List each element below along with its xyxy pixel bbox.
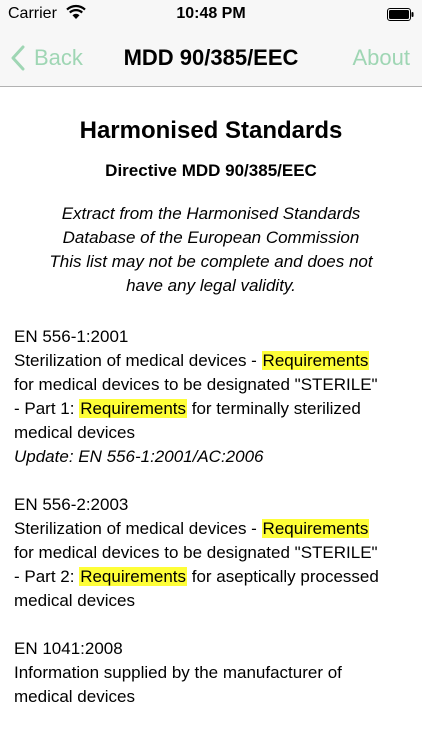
title-text: Sterilization of medical devices - bbox=[14, 351, 262, 370]
directive-subheading: Directive MDD 90/385/EEC bbox=[105, 161, 317, 180]
search-highlight: Requirements bbox=[79, 567, 188, 586]
back-button[interactable]: Back bbox=[10, 43, 83, 73]
navigation-bar: Back MDD 90/385/EEC About bbox=[0, 30, 422, 87]
standard-title-line: Sterilization of medical devices - Requi… bbox=[14, 349, 408, 373]
title-text: for aseptically processed bbox=[187, 567, 379, 586]
standard-update: Update: EN 556-1:2001/AC:2006 bbox=[14, 447, 264, 466]
standard-title-line: for medical devices to be designated "ST… bbox=[14, 375, 378, 394]
note-line: Database of the European Commission bbox=[62, 228, 360, 247]
content-scroll-view[interactable]: Harmonised Standards Directive MDD 90/38… bbox=[0, 87, 422, 750]
search-highlight: Requirements bbox=[79, 399, 188, 418]
standard-entry: EN 556-2:2003 Sterilization of medical d… bbox=[14, 493, 408, 613]
note-line: This list may not be complete and does n… bbox=[49, 252, 373, 271]
standard-title-line: - Part 1: Requirements for terminally st… bbox=[14, 397, 408, 421]
disclaimer-note: Extract from the Harmonised Standards Da… bbox=[24, 202, 398, 298]
standard-title-line: medical devices bbox=[14, 423, 135, 442]
search-highlight: Requirements bbox=[261, 351, 370, 370]
standard-code: EN 556-1:2001 bbox=[14, 327, 129, 346]
about-button[interactable]: About bbox=[353, 45, 411, 71]
back-label: Back bbox=[34, 45, 83, 70]
chevron-left-icon bbox=[11, 45, 25, 71]
status-bar: Carrier 10:48 PM bbox=[0, 0, 422, 30]
standards-list: EN 556-1:2001 Sterilization of medical d… bbox=[0, 325, 422, 709]
battery-icon bbox=[387, 8, 414, 21]
title-text: - Part 2: bbox=[14, 567, 80, 586]
standard-code: EN 1041:2008 bbox=[14, 639, 123, 658]
standard-entry: EN 556-1:2001 Sterilization of medical d… bbox=[14, 325, 408, 469]
standard-title-line: Information supplied by the manufacturer… bbox=[14, 663, 342, 682]
search-highlight: Requirements bbox=[261, 519, 370, 538]
title-text: - Part 1: bbox=[14, 399, 80, 418]
title-text: for terminally sterilized bbox=[187, 399, 361, 418]
note-line: have any legal validity. bbox=[126, 276, 296, 295]
standard-title-line: medical devices bbox=[14, 687, 135, 706]
content-heading: Harmonised Standards bbox=[79, 117, 343, 144]
clock: 10:48 PM bbox=[176, 5, 246, 22]
note-line: Extract from the Harmonised Standards bbox=[61, 204, 361, 223]
standard-title-line: medical devices bbox=[14, 591, 135, 610]
standard-entry: EN 1041:2008 Information supplied by the… bbox=[14, 637, 408, 709]
standard-title-line: for medical devices to be designated "ST… bbox=[14, 543, 378, 562]
standard-title-line: Sterilization of medical devices - Requi… bbox=[14, 517, 408, 541]
standard-code: EN 556-2:2003 bbox=[14, 495, 129, 514]
title-text: Sterilization of medical devices - bbox=[14, 519, 262, 538]
standard-title-line: - Part 2: Requirements for aseptically p… bbox=[14, 565, 408, 589]
